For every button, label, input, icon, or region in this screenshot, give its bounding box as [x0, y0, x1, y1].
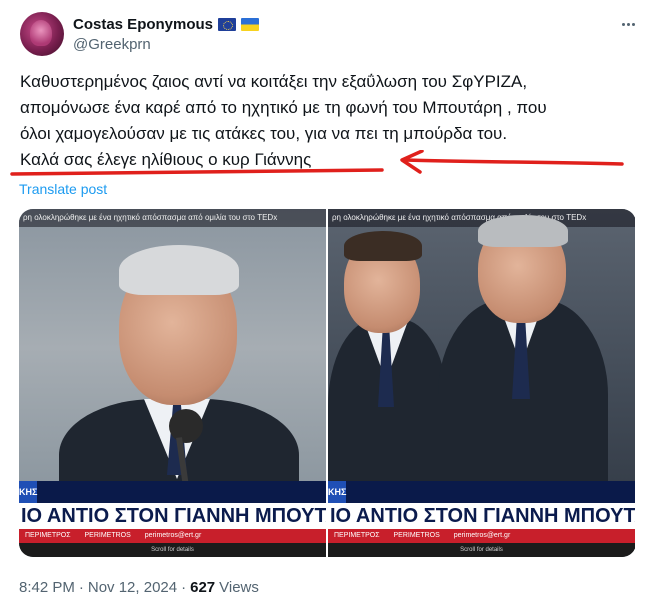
news-ticker-top: ρη ολοκληρώθηκε με ένα ηχητικό απόσπασμα…	[19, 209, 326, 227]
ukraine-flag-icon	[241, 17, 260, 31]
author-name-row: Costas Eponymous	[73, 14, 260, 34]
post-time[interactable]: 8:42 PM	[19, 579, 75, 596]
footer-separator: ·	[78, 579, 84, 596]
footer-separator: ·	[181, 579, 187, 596]
tweet-text-line: όλοι χαμογελούσαν με τις ατάκες του, για…	[20, 124, 508, 143]
news-lower-third: ΚΗΣ ΙΟ ΑΝΤΙΟ ΣΤΟΝ ΓΙΑΝΝΗ ΜΠΟΥΤΑ	[328, 481, 635, 529]
news-bottom-item: PERIMETROS	[393, 532, 440, 539]
news-bottom-bar: ΠΕΡΙΜΕΤΡΟΣ PERIMETROS perimetros@ert.gr	[328, 529, 635, 543]
news-bottom-item: PERIMETROS	[84, 532, 131, 539]
author-display-name[interactable]: Costas Eponymous	[73, 16, 213, 33]
red-arrow-annotation	[10, 150, 624, 176]
media-grid: ρη ολοκληρώθηκε με ένα ηχητικό απόσπασμα…	[19, 209, 636, 557]
views-count: 627	[190, 579, 216, 596]
views-label: Views	[219, 579, 259, 596]
scroll-hint: Scroll for details	[19, 543, 326, 557]
media-photo-left[interactable]: ρη ολοκληρώθηκε με ένα ηχητικό απόσπασμα…	[19, 209, 326, 557]
tweet-card: Costas Eponymous @Greekprn Καθυστερημένο…	[0, 0, 647, 606]
scroll-hint: Scroll for details	[328, 543, 635, 557]
news-bottom-item: ΠΕΡΙΜΕΤΡΟΣ	[334, 532, 380, 539]
tweet-footer: 8:42 PM · Nov 12, 2024 · 627 Views	[19, 579, 259, 596]
news-bottom-item: perimetros@ert.gr	[144, 532, 202, 539]
tweet-text-line: Καθυστερημένος ζαιος αντί να κοιτάξει τη…	[20, 72, 528, 91]
news-bottom-item: ΠΕΡΙΜΕΤΡΟΣ	[25, 532, 71, 539]
avatar[interactable]	[20, 12, 64, 56]
post-date[interactable]: Nov 12, 2024	[88, 579, 177, 596]
more-options-icon[interactable]	[616, 12, 640, 36]
news-bottom-item: perimetros@ert.gr	[453, 532, 511, 539]
media-photo-right[interactable]: ρη ολοκληρώθηκε με ένα ηχητικό απόσπασμα…	[328, 209, 635, 557]
eu-flag-icon	[218, 17, 237, 31]
translate-post-link[interactable]: Translate post	[19, 181, 107, 197]
news-lower-third: ΚΗΣ ΙΟ ΑΝΤΙΟ ΣΤΟΝ ΓΙΑΝΝΗ ΜΠΟΥΤΑ	[19, 481, 326, 529]
avatar-image	[30, 20, 52, 46]
author-handle[interactable]: @Greekprn	[73, 36, 151, 53]
news-headline: ΙΟ ΑΝΤΙΟ ΣΤΟΝ ΓΙΑΝΝΗ ΜΠΟΥΤΑ	[19, 503, 326, 529]
news-headline: ΙΟ ΑΝΤΙΟ ΣΤΟΝ ΓΙΑΝΝΗ ΜΠΟΥΤΑ	[328, 503, 635, 529]
microphone	[169, 409, 203, 443]
news-tag: ΚΗΣ	[19, 481, 37, 503]
news-bottom-bar: ΠΕΡΙΜΕΤΡΟΣ PERIMETROS perimetros@ert.gr	[19, 529, 326, 543]
tweet-text-line: απομόνωσε ένα καρέ από το ηχητικό με τη …	[20, 98, 547, 117]
news-tag: ΚΗΣ	[328, 481, 346, 503]
